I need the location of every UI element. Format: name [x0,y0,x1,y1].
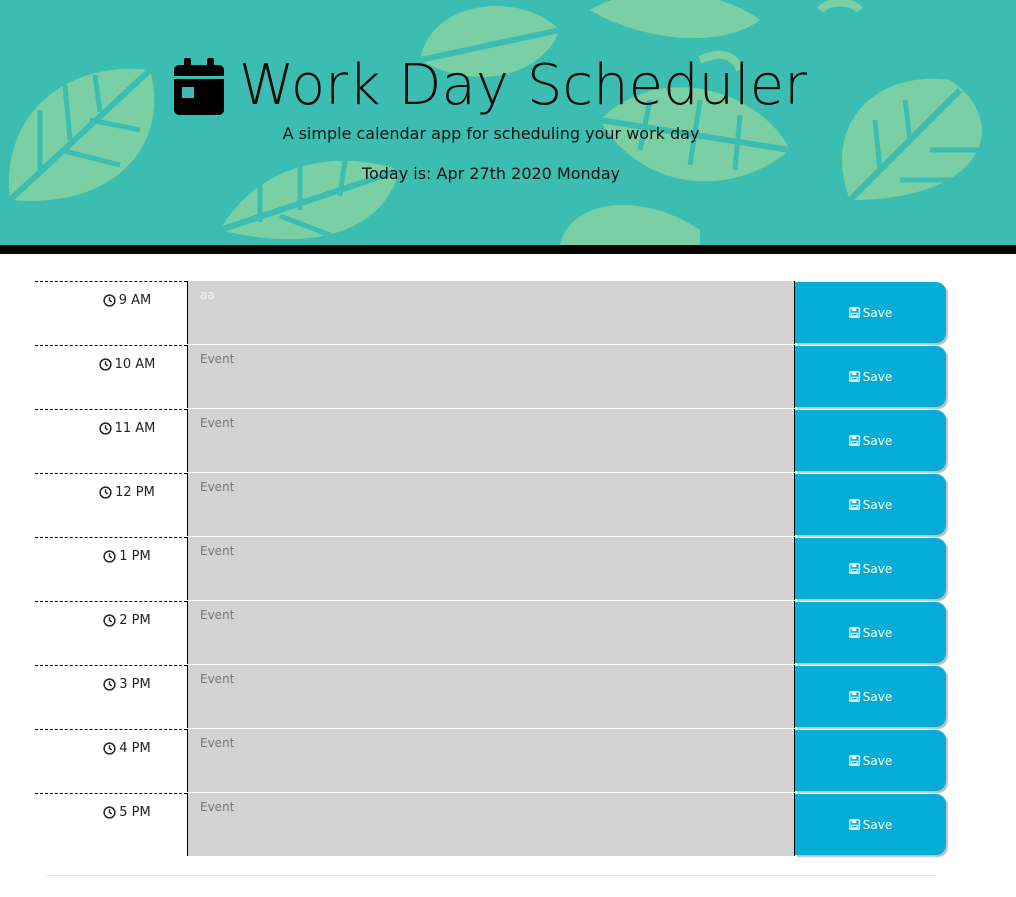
save-button[interactable]: Save [795,410,946,471]
hour-text: 5 PM [119,805,151,820]
hour-text: 9 AM [118,293,152,308]
clock-icon [98,358,112,371]
time-block: 5 PM Event Save [35,793,947,857]
event-textarea[interactable]: Event [187,601,795,664]
hour-text: 4 PM [119,741,151,756]
hour-text: 10 AM [114,357,156,372]
schedule-container: 9 AM aa Save 10 AM Event Save 11 AM Even… [35,281,947,857]
save-label: Save [862,561,893,576]
event-textarea[interactable]: Event [187,793,795,856]
event-textarea[interactable]: aa [187,281,795,344]
hour-label: 10 AM [35,345,187,409]
hour-text: 1 PM [119,549,151,564]
event-textarea[interactable]: Event [187,473,795,536]
save-icon [848,691,860,702]
hour-label: 12 PM [35,473,187,537]
time-block: 1 PM Event Save [35,537,947,601]
hour-label: 2 PM [35,601,187,665]
event-placeholder: Event [200,736,235,750]
hour-label: 3 PM [35,665,187,729]
event-placeholder: Event [200,352,235,366]
page-title: Work Day Scheduler [238,53,808,118]
hour-text: 3 PM [119,677,151,692]
page-subtitle: A simple calendar app for scheduling you… [282,124,700,143]
save-button[interactable]: Save [795,666,946,727]
save-icon [848,819,860,830]
time-block: 4 PM Event Save [35,729,947,793]
save-icon [848,755,860,766]
clock-icon [103,550,116,563]
header-content: Work Day Scheduler A simple calendar app… [0,0,1016,245]
time-block: 9 AM aa Save [35,281,947,345]
time-block: 2 PM Event Save [35,601,947,665]
clock-icon [103,294,116,307]
save-icon [848,371,860,382]
hour-label: 5 PM [35,793,187,857]
event-placeholder: Event [200,544,235,558]
event-textarea[interactable]: Event [187,537,795,600]
time-block: 11 AM Event Save [35,409,947,473]
event-placeholder: Event [200,416,235,430]
clock-icon [103,806,116,819]
save-label: Save [862,369,893,384]
clock-icon [103,678,116,691]
save-button[interactable]: Save [795,730,946,791]
event-placeholder: Event [200,672,235,686]
save-label: Save [862,689,893,704]
hour-text: 11 AM [114,421,156,436]
event-text: aa [200,288,215,302]
jumbotron-header: Work Day Scheduler A simple calendar app… [0,0,1016,245]
save-label: Save [862,433,893,448]
event-placeholder: Event [200,480,235,494]
save-label: Save [862,497,893,512]
hour-text: 12 PM [115,485,155,500]
save-icon [848,499,860,510]
save-button[interactable]: Save [795,474,946,535]
hour-label: 9 AM [35,281,187,345]
save-icon [848,563,860,574]
time-block: 12 PM Event Save [35,473,947,537]
save-label: Save [862,753,893,768]
header-divider [0,245,1016,254]
save-label: Save [862,305,893,320]
save-button[interactable]: Save [795,538,946,599]
clock-icon [98,422,112,435]
event-textarea[interactable]: Event [187,409,795,472]
event-placeholder: Event [200,800,235,814]
save-icon [848,307,860,318]
save-button[interactable]: Save [795,602,946,663]
clock-icon [103,614,116,627]
save-button[interactable]: Save [795,282,946,343]
clock-icon [103,742,116,755]
save-button[interactable]: Save [795,794,946,855]
event-textarea[interactable]: Event [187,345,795,408]
save-button[interactable]: Save [795,346,946,407]
save-icon [848,435,860,446]
event-placeholder: Event [200,608,235,622]
hour-label: 4 PM [35,729,187,793]
hour-label: 11 AM [35,409,187,473]
save-label: Save [862,625,893,640]
save-label: Save [862,817,893,832]
event-textarea[interactable]: Event [187,665,795,728]
time-block: 10 AM Event Save [35,345,947,409]
calendar-icon [173,58,224,115]
hour-label: 1 PM [35,537,187,601]
event-textarea[interactable]: Event [187,729,795,792]
save-icon [848,627,860,638]
title-row: Work Day Scheduler [0,50,980,122]
clock-icon [99,486,112,499]
current-day: Today is: Apr 27th 2020 Monday [361,164,621,183]
time-block: 3 PM Event Save [35,665,947,729]
hour-text: 2 PM [119,613,151,628]
footer-divider [47,875,936,876]
